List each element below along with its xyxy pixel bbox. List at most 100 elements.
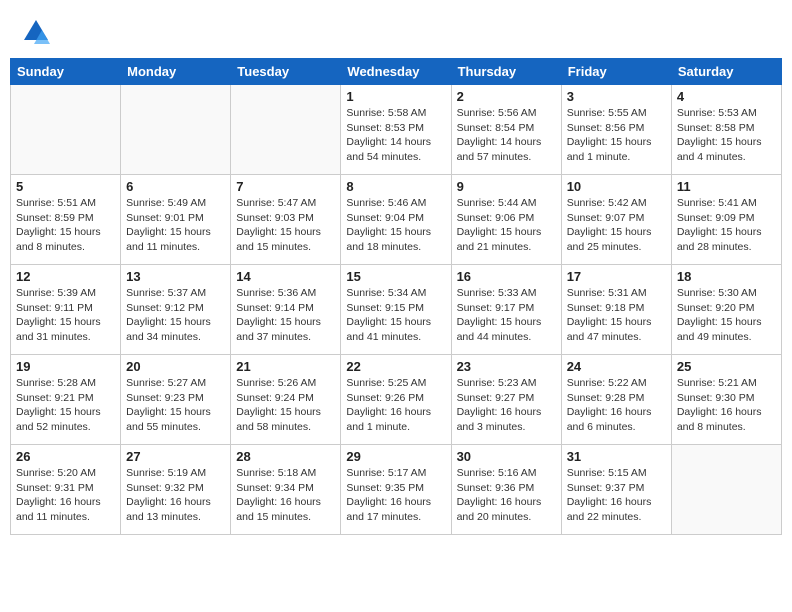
- weekday-header: Friday: [561, 59, 671, 85]
- calendar-cell: 17Sunrise: 5:31 AMSunset: 9:18 PMDayligh…: [561, 265, 671, 355]
- day-number: 22: [346, 359, 445, 374]
- calendar-cell: 9 Sunrise: 5:44 AMSunset: 9:06 PMDaylight…: [451, 175, 561, 265]
- day-number: 3: [567, 89, 666, 104]
- day-info: Sunrise: 5:25 AMSunset: 9:26 PMDaylight:…: [346, 376, 445, 435]
- calendar-cell: 1Sunrise: 5:58 AMSunset: 8:53 PMDaylight…: [341, 85, 451, 175]
- weekday-header: Monday: [121, 59, 231, 85]
- weekday-header: Saturday: [671, 59, 781, 85]
- calendar-cell: 11 Sunrise: 5:41 AMSunset: 9:09 PMDayligh…: [671, 175, 781, 265]
- calendar-cell: 5 Sunrise: 5:51 AMSunset: 8:59 PMDaylight…: [11, 175, 121, 265]
- day-number: 23: [457, 359, 556, 374]
- calendar-week-row: 12 Sunrise: 5:39 AMSunset: 9:11 PMDayligh…: [11, 265, 782, 355]
- calendar-header-row: SundayMondayTuesdayWednesdayThursdayFrid…: [11, 59, 782, 85]
- day-info: Sunrise: 5:23 AMSunset: 9:27 PMDaylight:…: [457, 376, 556, 435]
- calendar-cell: 12 Sunrise: 5:39 AMSunset: 9:11 PMDayligh…: [11, 265, 121, 355]
- calendar-cell: 20 Sunrise: 5:27 AMSunset: 9:23 PMDayligh…: [121, 355, 231, 445]
- day-number: 27: [126, 449, 225, 464]
- day-number: 4: [677, 89, 776, 104]
- day-info: Sunrise: 5:51 AMSunset: 8:59 PMDaylight:…: [16, 196, 115, 255]
- calendar-cell: 22 Sunrise: 5:25 AMSunset: 9:26 PMDayligh…: [341, 355, 451, 445]
- day-info: Sunrise: 5:28 AMSunset: 9:21 PMDaylight:…: [16, 376, 115, 435]
- weekday-header: Thursday: [451, 59, 561, 85]
- calendar-cell: [231, 85, 341, 175]
- day-info: Sunrise: 5:53 AMSunset: 8:58 PMDaylight:…: [677, 106, 776, 165]
- calendar-week-row: 5 Sunrise: 5:51 AMSunset: 8:59 PMDaylight…: [11, 175, 782, 265]
- calendar-week-row: 26 Sunrise: 5:20 AMSunset: 9:31 PMDayligh…: [11, 445, 782, 535]
- calendar-cell: 24 Sunrise: 5:22 AMSunset: 9:28 PMDayligh…: [561, 355, 671, 445]
- day-number: 20: [126, 359, 225, 374]
- day-number: 13: [126, 269, 225, 284]
- calendar-cell: 10Sunrise: 5:42 AMSunset: 9:07 PMDayligh…: [561, 175, 671, 265]
- day-info: Sunrise: 5:22 AMSunset: 9:28 PMDaylight:…: [567, 376, 666, 435]
- day-number: 8: [346, 179, 445, 194]
- weekday-header: Wednesday: [341, 59, 451, 85]
- day-number: 11: [677, 179, 776, 194]
- calendar-cell: 30Sunrise: 5:16 AMSunset: 9:36 PMDayligh…: [451, 445, 561, 535]
- day-number: 28: [236, 449, 335, 464]
- day-info: Sunrise: 5:33 AMSunset: 9:17 PMDaylight:…: [457, 286, 556, 345]
- day-info: Sunrise: 5:20 AMSunset: 9:31 PMDaylight:…: [16, 466, 115, 525]
- day-number: 25: [677, 359, 776, 374]
- calendar-cell: 29Sunrise: 5:17 AMSunset: 9:35 PMDayligh…: [341, 445, 451, 535]
- day-number: 7: [236, 179, 335, 194]
- day-info: Sunrise: 5:27 AMSunset: 9:23 PMDaylight:…: [126, 376, 225, 435]
- calendar-cell: 13 Sunrise: 5:37 AMSunset: 9:12 PMDayligh…: [121, 265, 231, 355]
- calendar-cell: 6 Sunrise: 5:49 AMSunset: 9:01 PMDaylight…: [121, 175, 231, 265]
- day-number: 12: [16, 269, 115, 284]
- calendar-cell: 4 Sunrise: 5:53 AMSunset: 8:58 PMDaylight…: [671, 85, 781, 175]
- calendar-cell: 18 Sunrise: 5:30 AMSunset: 9:20 PMDayligh…: [671, 265, 781, 355]
- day-info: Sunrise: 5:49 AMSunset: 9:01 PMDaylight:…: [126, 196, 225, 255]
- weekday-header: Sunday: [11, 59, 121, 85]
- weekday-header: Tuesday: [231, 59, 341, 85]
- calendar-week-row: 19 Sunrise: 5:28 AMSunset: 9:21 PMDayligh…: [11, 355, 782, 445]
- day-number: 9: [457, 179, 556, 194]
- day-info: Sunrise: 5:56 AMSunset: 8:54 PMDaylight:…: [457, 106, 556, 165]
- day-info: Sunrise: 5:18 AMSunset: 9:34 PMDaylight:…: [236, 466, 335, 525]
- day-number: 2: [457, 89, 556, 104]
- calendar-cell: 8 Sunrise: 5:46 AMSunset: 9:04 PMDaylight…: [341, 175, 451, 265]
- day-number: 30: [457, 449, 556, 464]
- header: [10, 10, 782, 54]
- day-info: Sunrise: 5:44 AMSunset: 9:06 PMDaylight:…: [457, 196, 556, 255]
- calendar-cell: 19 Sunrise: 5:28 AMSunset: 9:21 PMDayligh…: [11, 355, 121, 445]
- day-number: 18: [677, 269, 776, 284]
- calendar-cell: [671, 445, 781, 535]
- day-info: Sunrise: 5:39 AMSunset: 9:11 PMDaylight:…: [16, 286, 115, 345]
- calendar-cell: 3 Sunrise: 5:55 AMSunset: 8:56 PMDaylight…: [561, 85, 671, 175]
- calendar-table: SundayMondayTuesdayWednesdayThursdayFrid…: [10, 58, 782, 535]
- day-info: Sunrise: 5:41 AMSunset: 9:09 PMDaylight:…: [677, 196, 776, 255]
- day-info: Sunrise: 5:19 AMSunset: 9:32 PMDaylight:…: [126, 466, 225, 525]
- day-info: Sunrise: 5:21 AMSunset: 9:30 PMDaylight:…: [677, 376, 776, 435]
- calendar-cell: [121, 85, 231, 175]
- day-info: Sunrise: 5:37 AMSunset: 9:12 PMDaylight:…: [126, 286, 225, 345]
- calendar-cell: 27 Sunrise: 5:19 AMSunset: 9:32 PMDayligh…: [121, 445, 231, 535]
- day-number: 15: [346, 269, 445, 284]
- calendar-cell: 31Sunrise: 5:15 AMSunset: 9:37 PMDayligh…: [561, 445, 671, 535]
- calendar-cell: 28 Sunrise: 5:18 AMSunset: 9:34 PMDayligh…: [231, 445, 341, 535]
- day-number: 5: [16, 179, 115, 194]
- logo: [20, 18, 50, 46]
- calendar-cell: 25 Sunrise: 5:21 AMSunset: 9:30 PMDayligh…: [671, 355, 781, 445]
- day-number: 17: [567, 269, 666, 284]
- day-number: 14: [236, 269, 335, 284]
- calendar-cell: 21Sunrise: 5:26 AMSunset: 9:24 PMDayligh…: [231, 355, 341, 445]
- day-info: Sunrise: 5:55 AMSunset: 8:56 PMDaylight:…: [567, 106, 666, 165]
- day-info: Sunrise: 5:36 AMSunset: 9:14 PMDaylight:…: [236, 286, 335, 345]
- day-number: 21: [236, 359, 335, 374]
- day-number: 19: [16, 359, 115, 374]
- calendar-cell: 15Sunrise: 5:34 AMSunset: 9:15 PMDayligh…: [341, 265, 451, 355]
- calendar-cell: 7Sunrise: 5:47 AMSunset: 9:03 PMDaylight…: [231, 175, 341, 265]
- calendar-cell: [11, 85, 121, 175]
- day-number: 6: [126, 179, 225, 194]
- calendar-cell: 16 Sunrise: 5:33 AMSunset: 9:17 PMDayligh…: [451, 265, 561, 355]
- day-number: 31: [567, 449, 666, 464]
- calendar-week-row: 1Sunrise: 5:58 AMSunset: 8:53 PMDaylight…: [11, 85, 782, 175]
- day-number: 26: [16, 449, 115, 464]
- day-info: Sunrise: 5:30 AMSunset: 9:20 PMDaylight:…: [677, 286, 776, 345]
- day-number: 24: [567, 359, 666, 374]
- day-number: 16: [457, 269, 556, 284]
- day-number: 10: [567, 179, 666, 194]
- calendar-cell: 23 Sunrise: 5:23 AMSunset: 9:27 PMDayligh…: [451, 355, 561, 445]
- day-info: Sunrise: 5:46 AMSunset: 9:04 PMDaylight:…: [346, 196, 445, 255]
- logo-icon: [22, 18, 50, 46]
